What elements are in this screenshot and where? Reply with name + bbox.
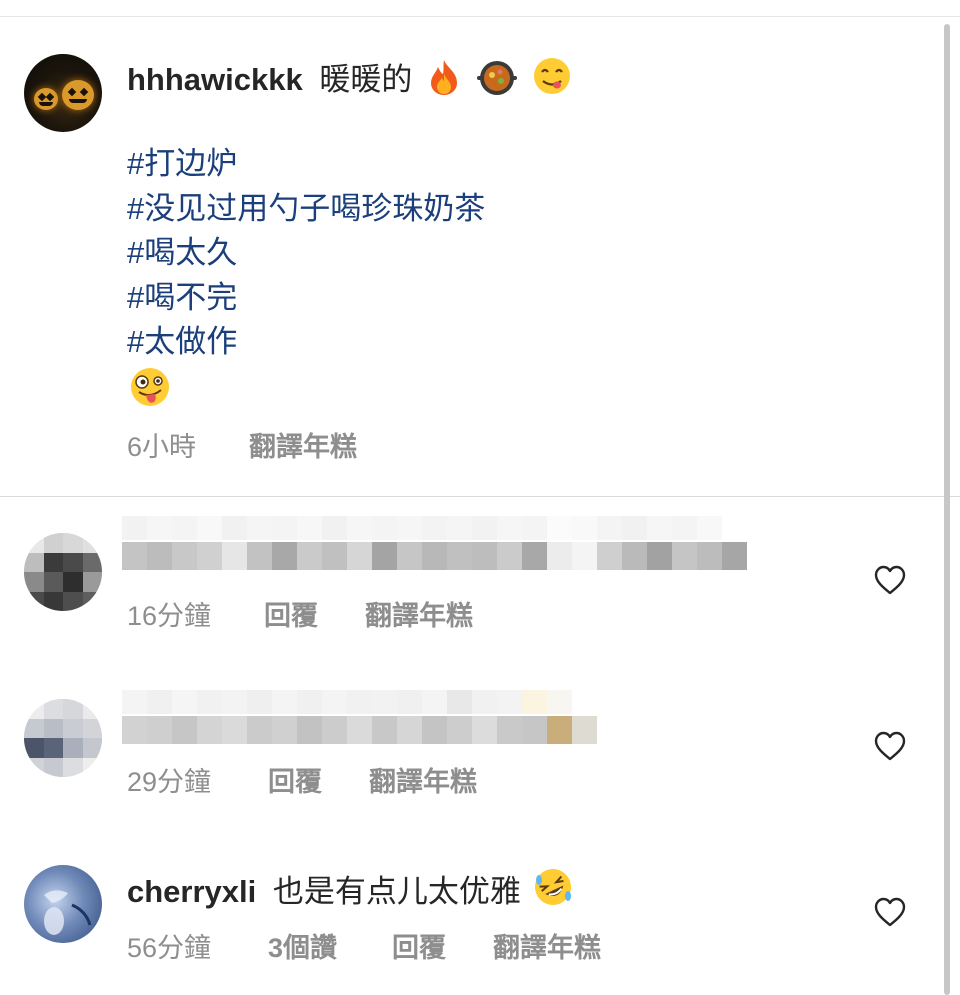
hashtag-link[interactable]: #喝不完 [127,276,485,321]
pixelated-comment-text [122,716,597,744]
comment-timestamp: 29分鐘 [127,767,212,797]
hashtag-link[interactable]: #没见过用勺子喝珍珠奶茶 [127,187,485,232]
pumpkin-right [62,80,94,110]
hashtag-link[interactable]: #打边炉 [127,142,485,187]
comment-timestamp: 16分鐘 [127,601,212,631]
hashtag-link[interactable]: #太做作 [127,320,485,365]
hashtag-link[interactable]: #喝太久 [127,231,485,276]
hashtag-list: #打边炉 #没见过用勺子喝珍珠奶茶 #喝太久 #喝不完 #太做作 [127,142,485,365]
avatar[interactable] [24,533,102,611]
pixelated-username [122,690,572,714]
heart-outline-icon[interactable] [874,731,906,761]
comment-text-line: cherryxli 也是有点儿太优雅 [127,866,574,918]
translate-button[interactable]: 翻譯年糕 [249,425,357,464]
post-caption-line: hhhawickkk 暖暖的 [127,56,572,106]
avatar[interactable] [24,865,102,943]
heart-outline-icon[interactable] [874,897,906,927]
translate-button[interactable]: 翻譯年糕 [365,594,473,633]
pixelated-comment-text [122,542,747,570]
fire-emoji-icon [427,58,461,106]
post-timestamp: 6小時 [127,432,197,462]
pixelated-username [122,516,722,540]
post-caption: 暖暖的 [319,62,413,97]
post-username[interactable]: hhhawickkk [127,62,303,97]
pumpkin-left [34,88,58,110]
comment-timestamp: 56分鐘 [127,933,212,963]
scrollbar[interactable] [944,24,950,995]
yum-face-emoji-icon [532,56,572,106]
likes-count[interactable]: 3個讚 [268,926,337,965]
comment-text: 也是有点儿太优雅 [272,874,521,909]
top-divider [0,16,960,17]
comment-username[interactable]: cherryxli [127,874,256,909]
reply-button[interactable]: 回覆 [264,594,318,633]
avatar[interactable] [24,699,102,777]
reply-button[interactable]: 回覆 [392,926,446,965]
heart-outline-icon[interactable] [874,565,906,595]
hotpot-emoji-icon [476,58,518,106]
post-divider [0,496,960,497]
zany-face-emoji-icon [129,366,171,413]
translate-button[interactable]: 翻譯年糕 [369,760,477,799]
reply-button[interactable]: 回覆 [268,760,322,799]
translate-button[interactable]: 翻譯年糕 [493,926,601,965]
rofl-face-emoji-icon [532,866,574,918]
avatar[interactable] [24,54,102,132]
